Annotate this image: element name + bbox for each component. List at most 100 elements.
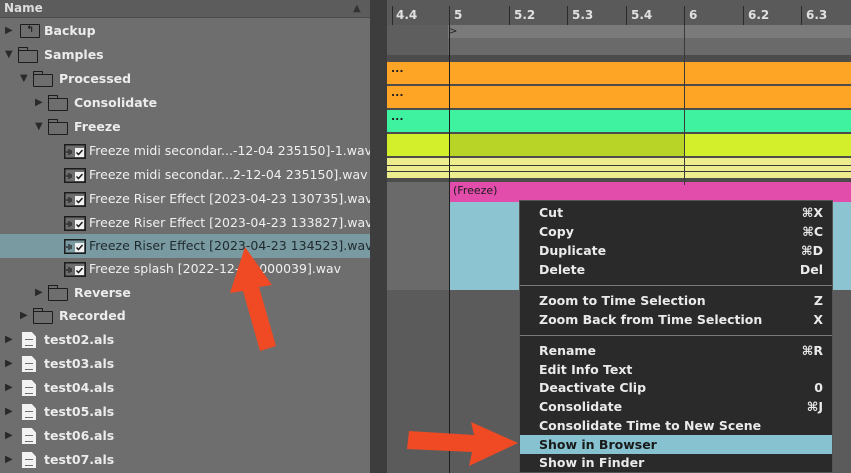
browser-item-processed[interactable]: ▼ Processed (0, 67, 370, 91)
menu-shortcut: ⌘D (801, 243, 823, 258)
browser-item-consolidate[interactable]: ▶ Consolidate (0, 91, 370, 115)
browser-item-backup[interactable]: ▶ ↰ Backup (0, 19, 370, 43)
sort-ascending-icon[interactable]: ▲ (353, 0, 361, 17)
panel-divider[interactable] (370, 0, 387, 473)
menu-separator (520, 335, 832, 336)
clip-name: ... (391, 110, 404, 123)
midi-clip-pale-yellow[interactable] (387, 158, 851, 178)
ruler-tick (684, 6, 685, 25)
menu-item-copy[interactable]: Copy ⌘C (520, 222, 832, 241)
browser-file-als[interactable]: ▶ test03.als (0, 352, 370, 376)
menu-shortcut: Del (799, 262, 823, 277)
menu-item-label: Rename (539, 343, 596, 358)
browser-file-als[interactable]: ▶ test02.als (0, 328, 370, 352)
midi-clip-yellow-selected-part[interactable] (449, 134, 684, 156)
expand-arrow-icon[interactable]: ▶ (5, 400, 13, 424)
browser-column-header[interactable]: Name ▲ (0, 0, 370, 18)
audio-file-icon (64, 168, 86, 183)
browser-file-als[interactable]: ▶ test05.als (0, 400, 370, 424)
collapse-arrow-icon[interactable]: ▼ (20, 67, 28, 91)
browser-file-wav[interactable]: Freeze Riser Effect [2023-04-23 130735].… (0, 187, 370, 211)
expand-arrow-icon[interactable]: ▶ (35, 281, 43, 305)
backup-folder-icon: ↰ (20, 24, 40, 38)
audio-clip-freeze[interactable]: (Freeze) (449, 182, 851, 202)
menu-item-label: Zoom to Time Selection (539, 293, 706, 308)
collapse-arrow-icon[interactable]: ▼ (5, 43, 13, 67)
browser-file-als[interactable]: ▶ test06.als (0, 424, 370, 448)
expand-arrow-icon[interactable]: ▶ (5, 328, 13, 352)
folder-icon (47, 119, 68, 135)
folder-icon (32, 308, 53, 324)
menu-item-zoom-back[interactable]: Zoom Back from Time Selection X (520, 310, 832, 329)
browser-item-label: Freeze Riser Effect [2023-04-23 133827].… (89, 215, 370, 230)
browser-item-label: Freeze splash [2022-12-05 000039].wav (89, 261, 342, 276)
start-marker-icon[interactable]: > (449, 26, 457, 37)
menu-item-deactivate-clip[interactable]: Deactivate Clip 0 (520, 378, 832, 397)
menu-item-label: Show in Finder (539, 455, 645, 470)
browser-file-wav[interactable]: Freeze midi secondar...2-12-04 235150].w… (0, 163, 370, 187)
lane-line (387, 165, 851, 166)
audio-clip-green[interactable]: ... (387, 110, 851, 132)
browser-item-label: Freeze (74, 119, 121, 134)
menu-item-consolidate-time-to-new-scene[interactable]: Consolidate Time to New Scene (520, 416, 832, 435)
menu-item-edit-info-text[interactable]: Edit Info Text (520, 360, 832, 379)
ruler-tick-label: 6 (689, 8, 698, 22)
audio-file-icon (64, 262, 86, 277)
menu-item-show-in-finder[interactable]: Show in Finder (520, 453, 832, 472)
expand-arrow-icon[interactable]: ▶ (35, 91, 43, 115)
beat-time-ruler[interactable]: 4.4 5 5.2 5.3 5.4 6 6.2 6.3 (387, 0, 851, 26)
menu-item-cut[interactable]: Cut ⌘X (520, 203, 832, 222)
ruler-tick-label: 5 (454, 8, 463, 22)
menu-shortcut: ⌘C (802, 224, 823, 239)
menu-item-consolidate[interactable]: Consolidate ⌘J (520, 397, 832, 416)
menu-item-zoom-to-time-selection[interactable]: Zoom to Time Selection Z (520, 291, 832, 310)
menu-item-duplicate[interactable]: Duplicate ⌘D (520, 241, 832, 260)
folder-icon (47, 285, 68, 301)
browser-item-samples[interactable]: ▼ Samples (0, 43, 370, 67)
browser-item-reverse[interactable]: ▶ Reverse (0, 281, 370, 305)
expand-arrow-icon[interactable]: ▶ (5, 424, 13, 448)
loop-brace[interactable] (448, 25, 851, 38)
ruler-tick (509, 6, 510, 25)
menu-item-show-in-browser[interactable]: Show in Browser (520, 435, 832, 454)
browser-item-label: Freeze midi secondar...-12-04 235150]-1.… (89, 143, 370, 158)
browser-item-freeze[interactable]: ▼ Freeze (0, 115, 370, 139)
clip-name: (Freeze) (453, 184, 498, 197)
browser-file-wav[interactable]: Freeze midi secondar...-12-04 235150]-1.… (0, 139, 370, 163)
expand-arrow-icon[interactable]: ▶ (5, 376, 13, 400)
audio-clip-orange[interactable]: ... (387, 86, 851, 108)
browser-item-label: test03.als (44, 356, 115, 371)
browser-file-als[interactable]: ▶ test04.als (0, 376, 370, 400)
browser-item-label: Reverse (74, 285, 131, 300)
browser-item-label: Recorded (59, 308, 126, 323)
browser-file-wav-selected[interactable]: Freeze Riser Effect [2023-04-23 134523].… (0, 234, 370, 258)
ruler-tick-label: 6.2 (748, 8, 770, 22)
collapse-arrow-icon[interactable]: ▼ (35, 115, 43, 139)
expand-arrow-icon[interactable]: ▶ (5, 352, 13, 376)
ruler-tick (449, 6, 450, 25)
menu-shortcut: X (813, 312, 823, 327)
menu-item-label: Duplicate (539, 243, 607, 258)
expand-arrow-icon[interactable]: ▶ (5, 448, 13, 472)
ruler-tick-label: 5.4 (631, 8, 653, 22)
empty-lane-area (387, 182, 449, 290)
browser-file-wav[interactable]: Freeze splash [2022-12-05 000039].wav (0, 257, 370, 281)
audio-clip-orange[interactable]: ... (387, 62, 851, 84)
live-set-file-icon (22, 428, 36, 444)
expand-arrow-icon[interactable]: ▶ (20, 304, 28, 328)
menu-item-rename[interactable]: Rename ⌘R (520, 341, 832, 360)
expand-arrow-icon[interactable]: ▶ (5, 19, 13, 43)
menu-item-label: Consolidate Time to New Scene (539, 418, 762, 433)
browser-item-label: Freeze midi secondar...2-12-04 235150].w… (89, 167, 368, 182)
menu-shortcut: ⌘J (806, 399, 823, 414)
live-set-file-icon (22, 356, 36, 372)
ruler-tick (743, 6, 744, 25)
browser-item-recorded[interactable]: ▶ Recorded (0, 304, 370, 328)
audio-file-icon (64, 192, 86, 207)
browser-item-label: Consolidate (74, 95, 158, 110)
browser-file-wav[interactable]: Freeze Riser Effect [2023-04-23 133827].… (0, 211, 370, 235)
loop-bar[interactable]: > (387, 25, 851, 55)
browser-file-als[interactable]: ▶ test07.als (0, 448, 370, 472)
grid-line (684, 25, 685, 185)
menu-item-delete[interactable]: Delete Del (520, 260, 832, 279)
